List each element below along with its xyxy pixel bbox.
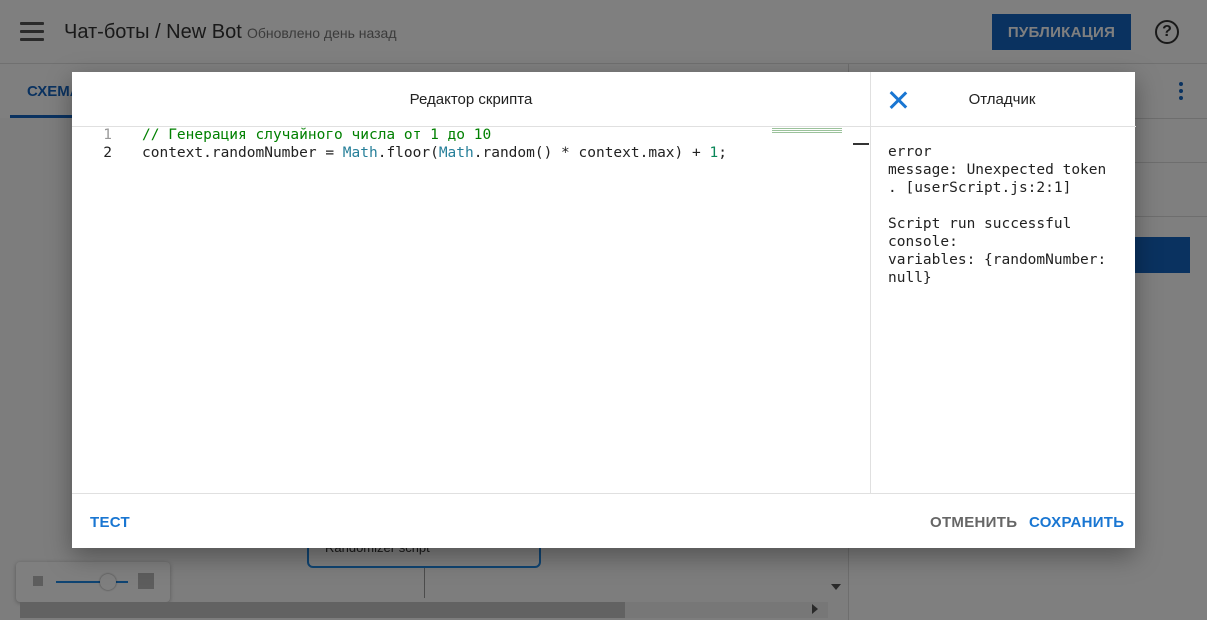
code-token: Math	[438, 145, 474, 161]
editor-minimap[interactable]	[772, 127, 842, 133]
script-editor-dialog: Редактор скрипта 1 // Генерация случайног…	[72, 72, 1136, 548]
code-editor[interactable]: 1 // Генерация случайного числа от 1 до 1…	[72, 127, 870, 493]
debugger-output: error message: Unexpected token . [userS…	[888, 144, 1107, 286]
code-token: .random() * context.max) +	[473, 145, 710, 161]
code-text: context.randomNumber = Math.floor(Math.r…	[142, 145, 727, 161]
editor-title: Редактор скрипта	[409, 91, 533, 108]
line-number: 1	[103, 127, 112, 143]
code-token: ;	[718, 145, 727, 161]
save-button[interactable]: СОХРАНИТЬ	[1029, 514, 1124, 531]
overview-ruler-mark	[853, 143, 869, 145]
test-button[interactable]: ТЕСТ	[90, 514, 130, 531]
code-token: Math	[342, 145, 378, 161]
code-token: .floor(	[377, 145, 439, 161]
code-token: // Генерация случайного числа от 1 до 10	[142, 127, 492, 143]
debugger-title: Отладчик	[968, 91, 1036, 108]
dialog-footer: ТЕСТ ОТМЕНИТЬ СОХРАНИТЬ	[72, 493, 1135, 548]
code-token: 1	[709, 145, 719, 161]
line-number: 2	[103, 145, 112, 161]
debugger-panel: Отладчик error message: Unexpected token…	[870, 72, 1136, 493]
code-token: context.randomNumber =	[142, 145, 343, 161]
cancel-button[interactable]: ОТМЕНИТЬ	[930, 514, 1017, 531]
editor-header: Редактор скрипта	[72, 72, 870, 127]
close-icon[interactable]	[889, 91, 907, 109]
debugger-header: Отладчик	[871, 72, 1136, 127]
code-text: // Генерация случайного числа от 1 до 10	[142, 127, 491, 143]
